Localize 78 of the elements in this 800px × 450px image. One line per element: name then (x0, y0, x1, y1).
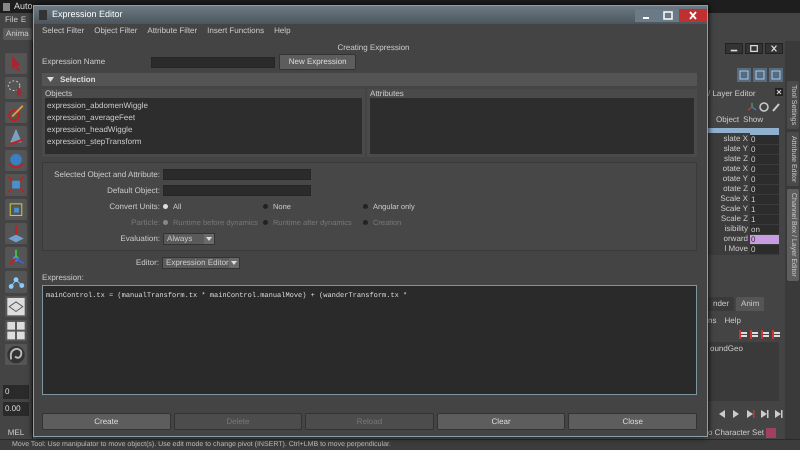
layer-stack-icon[interactable] (750, 330, 759, 339)
dropdown[interactable]: Expression Editor (162, 256, 240, 268)
layer-stack-icon[interactable] (739, 330, 748, 339)
menu-item[interactable]: Object Filter (94, 25, 138, 37)
end-icon[interactable] (773, 409, 783, 419)
field-label: Convert Units: (108, 200, 161, 212)
app-icon (2, 2, 11, 12)
panel-icon[interactable] (737, 68, 751, 82)
list-header: Objects (44, 89, 74, 98)
radio-button[interactable] (363, 204, 368, 209)
list-item[interactable]: expression_abdomenWiggle (47, 100, 360, 112)
section-header[interactable]: Selection (42, 73, 697, 86)
menu-item[interactable]: Help (724, 314, 741, 327)
dialog-button[interactable]: Close (568, 413, 697, 430)
grid-plane-icon[interactable] (5, 222, 27, 244)
shelf-tab[interactable]: Anima (3, 28, 32, 40)
menu-item[interactable]: Show (743, 114, 764, 126)
expand-triangle-icon[interactable] (47, 76, 54, 83)
mode-label: Creating Expression (336, 42, 411, 54)
list-item[interactable]: expression_averageFeet (47, 112, 360, 124)
menu-item[interactable]: File (5, 14, 18, 26)
play-icon[interactable] (731, 409, 741, 419)
frame-field[interactable]: 0 (3, 384, 29, 399)
channel-name: l Move (708, 243, 750, 256)
next-key-icon[interactable] (759, 409, 769, 419)
close-icon[interactable] (765, 43, 783, 54)
tab[interactable]: nder (708, 296, 734, 311)
radio-button[interactable] (263, 204, 268, 209)
step-back-icon[interactable] (717, 409, 727, 419)
time-field[interactable]: 0.00 (3, 402, 29, 416)
four-view-layout-icon[interactable] (5, 320, 27, 342)
dialog-button[interactable]: Create (42, 413, 171, 430)
dialog-button[interactable]: Clear (436, 413, 566, 430)
minimize-icon[interactable] (725, 43, 743, 54)
panel-header: / Layer Editor (708, 88, 756, 100)
window-title: Auto (14, 0, 33, 13)
list-item[interactable]: expression_headWiggle (47, 124, 360, 136)
caret-icon (229, 258, 239, 268)
dialog-title: Expression Editor (52, 8, 123, 22)
list-header: Attributes (369, 89, 405, 98)
menu-item[interactable]: E (20, 14, 26, 26)
maximize-icon[interactable] (745, 43, 763, 54)
field-label: Evaluation: (119, 232, 161, 244)
text-field[interactable] (163, 185, 311, 196)
joint-chain-icon[interactable] (5, 271, 27, 293)
menu-item[interactable]: Insert Functions (207, 25, 264, 37)
spiral-icon[interactable] (5, 344, 27, 366)
step-forward-icon[interactable] (745, 409, 755, 419)
tab[interactable]: Anim (736, 296, 764, 311)
character-set-label[interactable]: o Character Set (708, 427, 764, 439)
dropdown[interactable]: Always (163, 232, 215, 244)
menu-item[interactable]: Select Filter (42, 25, 84, 37)
axis-icon (747, 102, 757, 112)
close-icon[interactable] (679, 8, 707, 22)
list-item[interactable]: expression_stepTransform (47, 136, 360, 148)
cone-icon[interactable] (5, 126, 27, 148)
lasso-icon[interactable] (5, 77, 27, 99)
command-language-label[interactable]: MEL (8, 426, 24, 439)
paint-brush-icon[interactable] (5, 102, 27, 123)
field-label: Expression: (42, 272, 85, 284)
field-label: Editor: (134, 256, 160, 268)
new-expression-button[interactable]: New Expression (279, 54, 356, 70)
axis-gizmo-icon[interactable] (5, 247, 27, 268)
field-label: Default Object: (106, 184, 161, 196)
layout-icon[interactable] (5, 296, 27, 317)
bounding-box-icon[interactable] (5, 198, 27, 220)
layer-item[interactable]: oundGeo (710, 342, 777, 355)
menu-item[interactable]: Object (716, 114, 740, 126)
field-label: Selected Object and Attribute: (53, 168, 161, 180)
caret-icon (204, 234, 214, 244)
menu-item[interactable]: ns (708, 314, 716, 327)
menu-item[interactable]: Help (274, 25, 291, 37)
radio-button[interactable] (163, 204, 168, 209)
menu-item[interactable]: Attribute Filter (147, 25, 198, 37)
window-icon (38, 9, 48, 21)
name-field[interactable] (151, 56, 276, 68)
text-field[interactable] (163, 169, 311, 180)
field-label: Expression Name (42, 56, 106, 68)
